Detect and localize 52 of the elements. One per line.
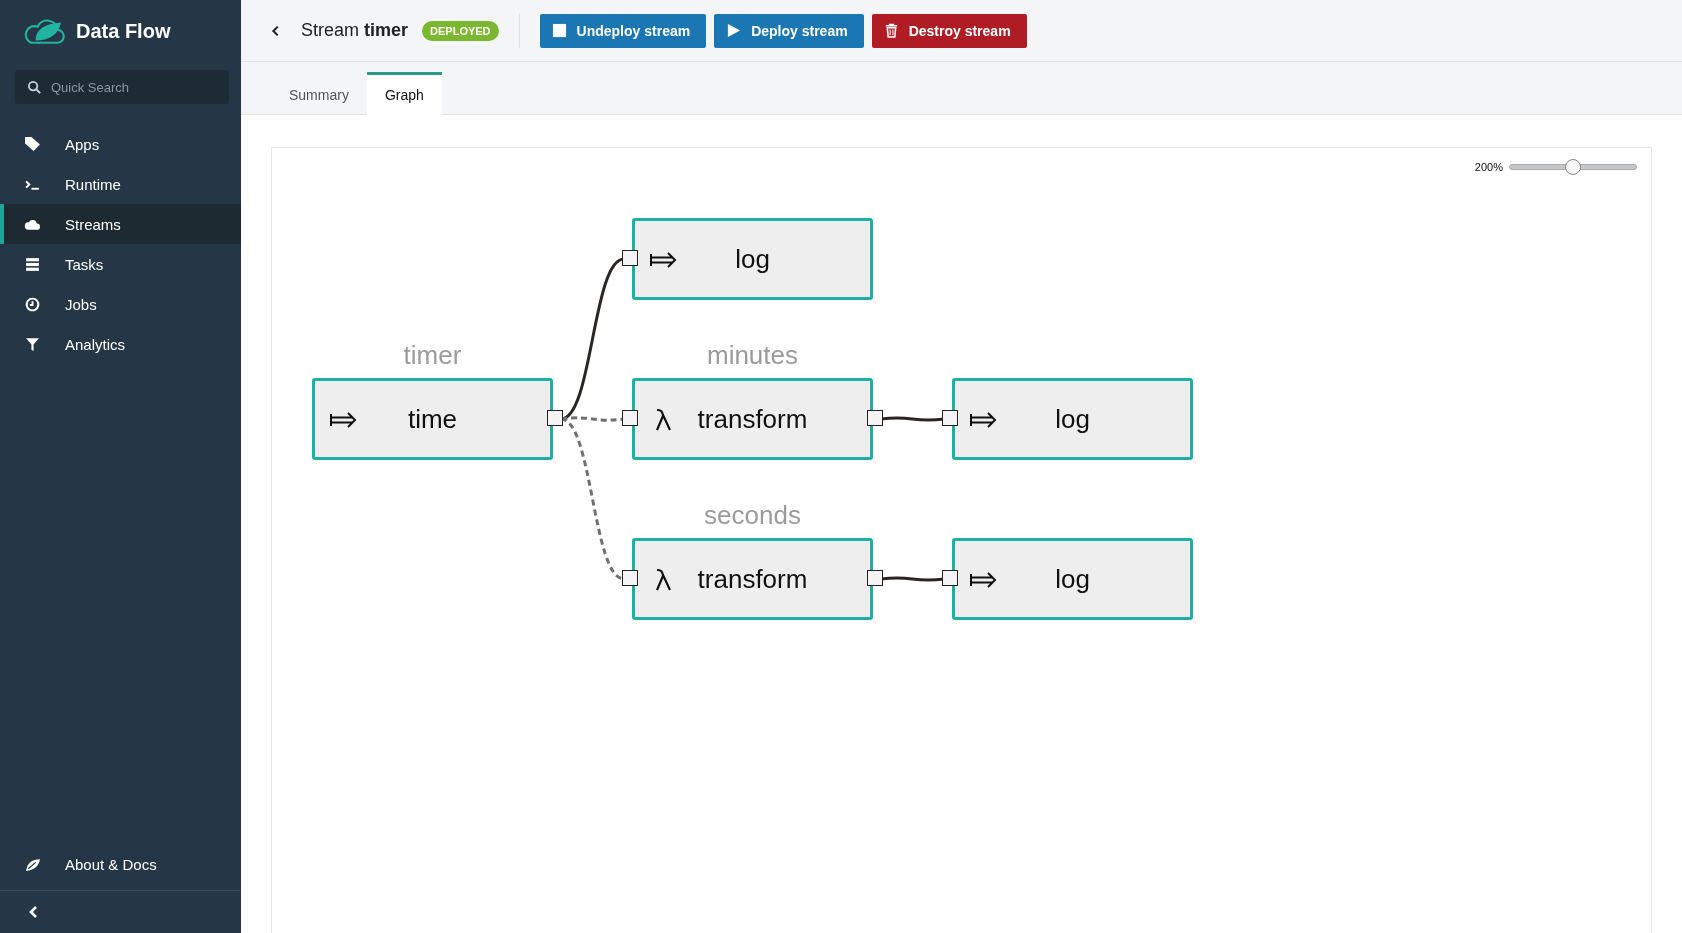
- port-handle[interactable]: [867, 410, 883, 426]
- port-handle[interactable]: [942, 410, 958, 426]
- nav-item[interactable]: Runtime: [0, 164, 241, 204]
- node-name: log: [735, 243, 770, 275]
- tab[interactable]: Graph: [366, 72, 442, 115]
- group-label: minutes: [705, 340, 799, 371]
- search-icon: [27, 80, 42, 95]
- search-field[interactable]: Quick Search: [15, 70, 229, 104]
- port-handle[interactable]: [622, 250, 638, 266]
- nav-item[interactable]: About & Docs: [0, 844, 241, 884]
- trash-icon: [883, 23, 899, 38]
- list-icon: [24, 255, 41, 273]
- nav-item[interactable]: Tasks: [0, 244, 241, 284]
- sink-node[interactable]: log: [952, 538, 1193, 620]
- group-label: seconds: [703, 500, 802, 531]
- undeploy-button[interactable]: Undeploy stream: [539, 13, 707, 48]
- node-name: time: [407, 403, 458, 435]
- node-name: log: [1055, 403, 1090, 435]
- sink-node[interactable]: log: [952, 378, 1193, 460]
- port-handle[interactable]: [942, 570, 958, 586]
- processor-node[interactable]: transform: [632, 378, 873, 460]
- port-handle[interactable]: [867, 570, 883, 586]
- node-name: transform: [697, 563, 808, 595]
- tag-icon: [24, 135, 41, 153]
- clock-icon: [24, 295, 41, 313]
- nav-item[interactable]: Jobs: [0, 284, 241, 324]
- port-handle[interactable]: [547, 410, 563, 426]
- tab[interactable]: Summary: [271, 72, 367, 114]
- node-name: log: [1055, 563, 1090, 595]
- status-badge: DEPLOYED: [422, 20, 499, 41]
- zoom-slider[interactable]: [1509, 159, 1637, 175]
- nav-item[interactable]: Analytics: [0, 324, 241, 364]
- app-name: Data Flow: [76, 19, 171, 43]
- destroy-button[interactable]: Destroy stream: [871, 13, 1027, 48]
- play-icon: [726, 23, 742, 38]
- sink-node[interactable]: log: [632, 218, 873, 300]
- nav-item[interactable]: Apps: [0, 124, 241, 164]
- connector-line: [880, 576, 945, 582]
- connector-line: [880, 416, 945, 422]
- port-handle[interactable]: [622, 410, 638, 426]
- port-handle[interactable]: [622, 570, 638, 586]
- processor-node[interactable]: transform: [632, 538, 873, 620]
- source-node[interactable]: time: [312, 378, 553, 460]
- zoom-reading: 200%: [1474, 161, 1503, 173]
- group-label: timer: [402, 340, 463, 371]
- deploy-button[interactable]: Deploy stream: [714, 13, 864, 48]
- stream-title: Stream timer: [301, 20, 409, 41]
- node-name: transform: [697, 403, 808, 435]
- funnel-icon: [24, 335, 41, 353]
- nav-item[interactable]: Streams: [0, 204, 241, 244]
- slider-thumb[interactable]: [1565, 159, 1581, 175]
- stop-icon: [551, 23, 567, 38]
